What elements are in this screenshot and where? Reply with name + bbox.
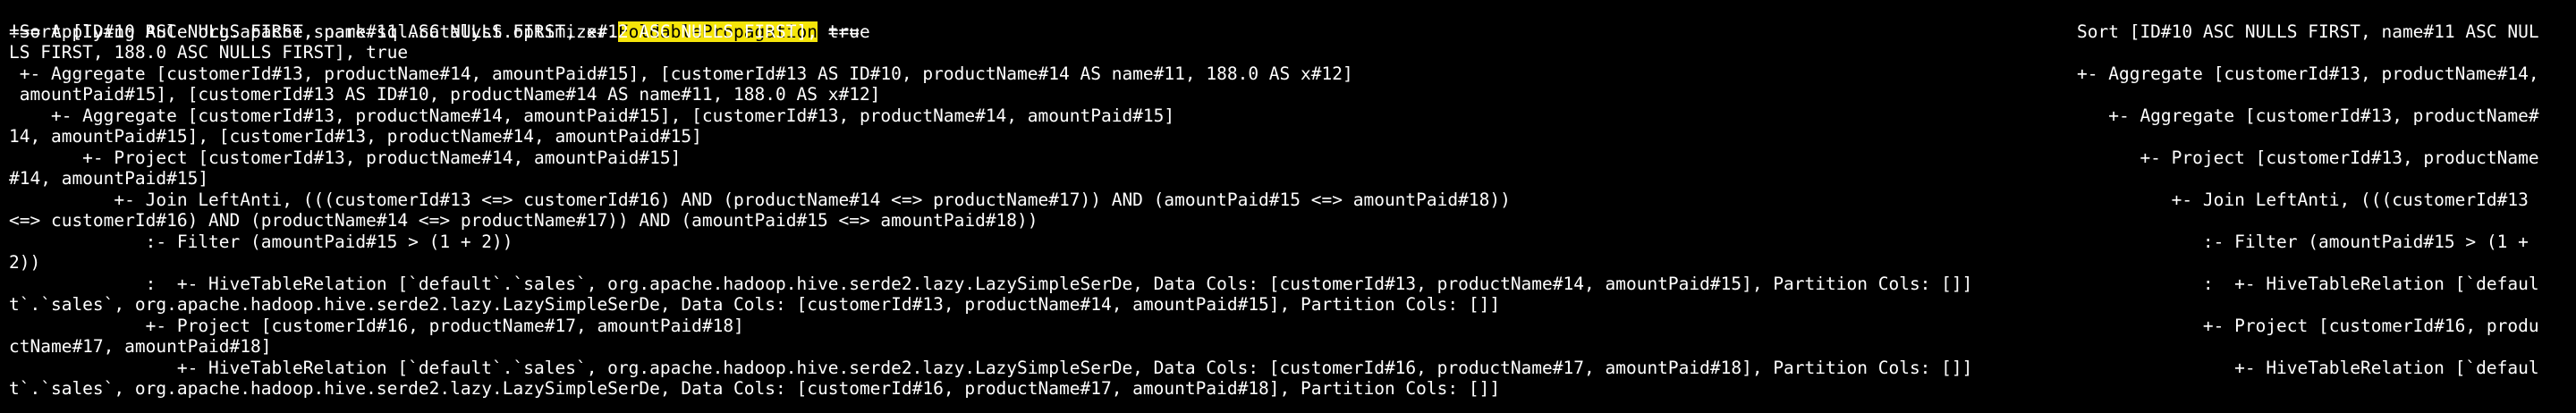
plan-line-left: t`.`sales`, org.apache.hadoop.hive.serde… [9, 378, 1501, 399]
plan-line-right: +- Join LeftAnti, (((customerId#13 [2077, 189, 2529, 210]
plan-line-right: +- HiveTableRelation [`defaul [2077, 357, 2539, 378]
plan-line-left: ctName#17, amountPaid#18] [9, 336, 272, 357]
plan-line-left: +- Project [customerId#16, productName#1… [9, 315, 744, 336]
terminal-output: === Applying Rule org.apache.spark.sql.c… [0, 0, 2576, 413]
plan-line-right: : +- HiveTableRelation [`defaul [2077, 273, 2539, 294]
plan-line-right: +- Project [customerId#16, produ [2077, 315, 2539, 336]
plan-line-left: +- Project [customerId#13, productName#1… [9, 147, 682, 168]
plan-line-left: : +- HiveTableRelation [`default`.`sales… [9, 273, 1973, 294]
plan-line-left: +- Aggregate [customerId#13, productName… [9, 63, 1353, 84]
plan-line-left: +- Join LeftAnti, (((customerId#13 <=> c… [9, 189, 1511, 210]
plan-line-right: Sort [ID#10 ASC NULLS FIRST, name#11 ASC… [2077, 21, 2539, 42]
plan-line-right: +- Project [customerId#13, productName [2077, 147, 2539, 168]
plan-line-left: amountPaid#15], [customerId#13 AS ID#10,… [9, 84, 881, 105]
plan-line-left: +- HiveTableRelation [`default`.`sales`,… [9, 357, 1973, 378]
plan-line-left: #14, amountPaid#15] [9, 168, 209, 189]
plan-line-right: +- Aggregate [customerId#13, productName… [2077, 105, 2539, 126]
plan-line-left: LS FIRST, 188.0 ASC NULLS FIRST], true [9, 42, 409, 63]
plan-line-left: t`.`sales`, org.apache.hadoop.hive.serde… [9, 294, 1501, 315]
plan-line-left: :- Filter (amountPaid#15 > (1 + 2)) [9, 231, 513, 252]
plan-line-left: 14, amountPaid#15], [customerId#13, prod… [9, 126, 702, 147]
rule-header: === Applying Rule org.apache.spark.sql.c… [0, 0, 860, 42]
plan-line-left: <=> customerId#16) AND (productName#14 <… [9, 210, 1038, 231]
plan-line-right: +- Aggregate [customerId#13, productName… [2077, 63, 2539, 84]
plan-line-left: !Sort [ID#10 ASC NULLS FIRST, name#11 AS… [9, 21, 870, 42]
plan-line-left: 2)) [9, 252, 41, 273]
plan-line-left: +- Aggregate [customerId#13, productName… [9, 105, 1175, 126]
plan-line-right: :- Filter (amountPaid#15 > (1 + [2077, 231, 2529, 252]
